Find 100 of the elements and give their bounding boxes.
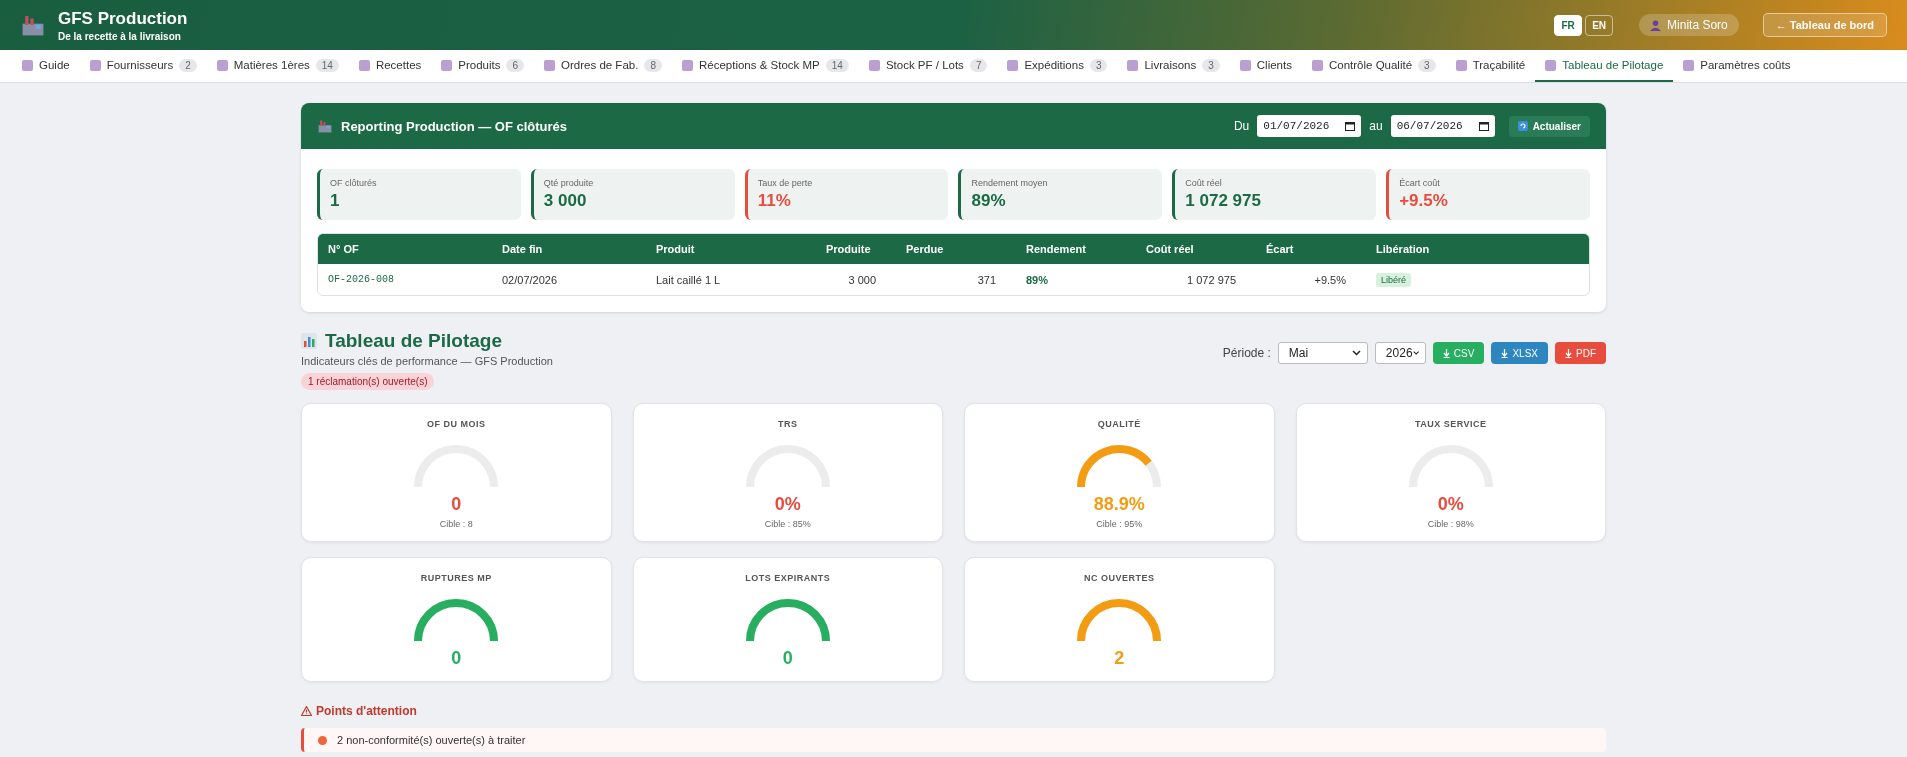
gauge-value: 0 bbox=[451, 494, 462, 515]
nav-tab[interactable]: Stock PF / Lots 7 bbox=[858, 50, 998, 82]
gauge-value: 88.9% bbox=[1093, 494, 1145, 515]
nav-tab[interactable]: Fournisseurs 2 bbox=[79, 50, 207, 82]
gauge-value: 0 bbox=[782, 648, 793, 669]
table-cell-text: +9.5% bbox=[1313, 273, 1347, 286]
person-icon bbox=[1650, 19, 1662, 31]
tab-count: 2 bbox=[179, 58, 197, 72]
gauge-title: TRS bbox=[778, 419, 798, 429]
calendar-icon bbox=[1345, 121, 1356, 131]
kpi-label: OF clôturés bbox=[330, 178, 378, 188]
nav-tab[interactable]: Tableau de Pilotage bbox=[1535, 50, 1674, 82]
kpi-label: Rendement moyen bbox=[971, 178, 1049, 188]
refresh-button[interactable]: Actualiser bbox=[1508, 115, 1590, 137]
gauge-value: 0% bbox=[1437, 494, 1464, 515]
attention-text: 2 non-conformité(s) ouverte(s) à traiter bbox=[337, 734, 526, 746]
date-field[interactable]: 06/07/2026 bbox=[1390, 115, 1495, 137]
kpi-value: 1 bbox=[330, 191, 341, 211]
column-header: Libération bbox=[1376, 243, 1431, 255]
dashboard-subtitle: Indicateurs clés de performance — GFS Production bbox=[301, 355, 553, 367]
tab-count: 6 bbox=[506, 58, 525, 72]
nav-tab[interactable]: Paramètres coûts bbox=[1673, 50, 1801, 82]
reporting-title: Reporting Production — OF clôturés bbox=[341, 118, 569, 134]
tab-count: 14 bbox=[825, 58, 849, 72]
bar-chart-icon bbox=[301, 333, 317, 349]
column-header: Perdue bbox=[906, 243, 945, 255]
nav-tab[interactable]: Clients bbox=[1229, 50, 1302, 82]
kpi-label: Coût réel bbox=[1185, 178, 1223, 188]
nav-tab[interactable]: Traçabilité bbox=[1445, 50, 1536, 82]
nav-tab[interactable]: Livraisons 3 bbox=[1117, 50, 1230, 82]
gauge-title: NC OUVERTES bbox=[1084, 573, 1155, 583]
gauge-value: 0 bbox=[451, 648, 462, 669]
gauge-value: 0% bbox=[774, 494, 801, 515]
table-cell-text: OF-2026-008 bbox=[328, 274, 395, 285]
nav-tab[interactable]: Guide bbox=[12, 50, 80, 82]
period-label: Période : bbox=[1222, 346, 1271, 360]
gauge-value: 2 bbox=[1114, 648, 1125, 669]
caret-icon bbox=[1412, 350, 1419, 356]
table-cell-text: 89% bbox=[1026, 273, 1050, 286]
nav-tab[interactable]: Recettes bbox=[348, 50, 432, 82]
gauge-target: Cible : 98% bbox=[1427, 519, 1474, 529]
tab-count: 3 bbox=[1089, 58, 1108, 72]
tab-count: 3 bbox=[1202, 58, 1220, 72]
nav-tab[interactable]: Produits 6 bbox=[431, 50, 535, 82]
column-header: Écart bbox=[1266, 243, 1295, 255]
download-icon bbox=[1442, 348, 1450, 358]
claims-badge: 1 réclamation(s) ouverte(s) bbox=[301, 373, 435, 390]
export-button[interactable]: XLSX bbox=[1491, 342, 1548, 364]
kpi-label: Taux de perte bbox=[757, 178, 814, 188]
nav-tab[interactable]: Ordres de Fab. 8 bbox=[534, 50, 672, 82]
table-cell-text: 371 bbox=[976, 273, 997, 286]
kpi-value: +9.5% bbox=[1399, 191, 1449, 211]
tab-count: 7 bbox=[969, 58, 988, 72]
table-cell-text: Lait caillé 1 L bbox=[656, 273, 722, 286]
refresh-icon bbox=[1517, 121, 1528, 131]
download-icon bbox=[1565, 348, 1572, 358]
month-select[interactable]: Mai bbox=[1277, 342, 1368, 364]
table-cell-text: 02/07/2026 bbox=[502, 273, 559, 286]
column-header: Rendement bbox=[1026, 243, 1087, 255]
download-icon bbox=[1501, 348, 1509, 358]
nav-tab[interactable]: Expéditions 3 bbox=[997, 50, 1118, 82]
dashboard-title: Tableau de Pilotage bbox=[325, 330, 503, 352]
gauge-target: Cible : 95% bbox=[1096, 519, 1143, 529]
kpi-value: 1 072 975 bbox=[1185, 191, 1262, 211]
tab-count: 8 bbox=[644, 58, 662, 72]
year-select[interactable]: 2026 bbox=[1374, 342, 1426, 364]
gauge-target: Cible : 85% bbox=[764, 519, 811, 529]
language-button[interactable]: FR bbox=[1554, 14, 1583, 36]
export-button[interactable]: PDF bbox=[1555, 342, 1606, 364]
column-header: N° OF bbox=[328, 243, 360, 255]
status-badge: Libéré bbox=[1376, 272, 1412, 287]
caret-icon bbox=[1351, 350, 1361, 356]
gauge-target: Cible : 8 bbox=[439, 519, 473, 529]
tab-count: 14 bbox=[315, 58, 339, 72]
kpi-value: 11% bbox=[757, 191, 792, 211]
column-header: Date fin bbox=[502, 243, 544, 255]
language-button[interactable]: EN bbox=[1585, 14, 1614, 36]
app-subtitle: De la recette à la livraison bbox=[58, 30, 182, 42]
factory-icon bbox=[317, 118, 333, 134]
date-label: Du bbox=[1233, 119, 1250, 133]
nav-tab[interactable]: Matières 1ères 14 bbox=[206, 50, 349, 82]
nav-tab[interactable]: Réceptions & Stock MP 14 bbox=[671, 50, 859, 82]
column-header: Coût réel bbox=[1146, 243, 1195, 255]
tab-count: 3 bbox=[1418, 58, 1436, 72]
kpi-value: 3 000 bbox=[543, 191, 588, 211]
calendar-icon bbox=[1478, 121, 1489, 131]
nav-tab[interactable]: Contrôle Qualité 3 bbox=[1301, 50, 1446, 82]
kpi-label: Écart coût bbox=[1399, 178, 1441, 188]
app-title: GFS Production bbox=[58, 8, 189, 29]
gauge-title: OF DU MOIS bbox=[427, 419, 486, 429]
column-header: Produite bbox=[826, 243, 872, 255]
attention-title: Points d'attention bbox=[316, 704, 417, 718]
date-field[interactable]: 01/07/2026 bbox=[1257, 115, 1362, 137]
warning-icon bbox=[301, 706, 312, 716]
gauge-title: RUPTURES MP bbox=[420, 573, 492, 583]
gauge-title: QUALITÉ bbox=[1097, 419, 1141, 429]
gauge-title: LOTS EXPIRANTS bbox=[745, 573, 831, 583]
column-header: Produit bbox=[656, 243, 696, 255]
table-cell-text: 3 000 bbox=[847, 273, 877, 286]
date-label: au bbox=[1369, 119, 1383, 133]
